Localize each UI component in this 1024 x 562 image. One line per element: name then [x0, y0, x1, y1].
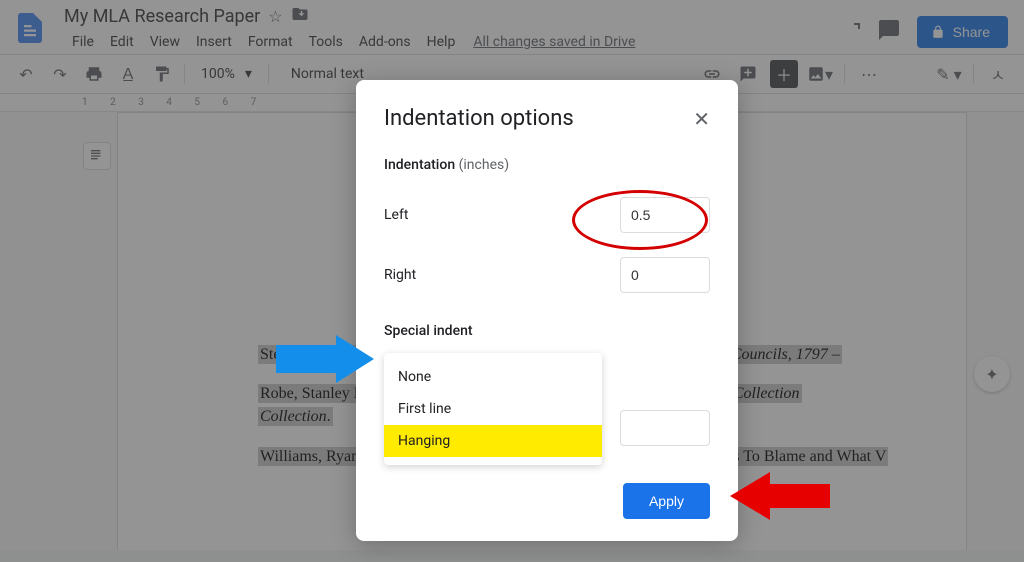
special-indent-dropdown[interactable]: None First line Hanging: [384, 353, 602, 465]
left-indent-input[interactable]: [620, 197, 710, 233]
special-indent-label: Special indent: [384, 323, 710, 339]
right-label: Right: [384, 267, 620, 283]
indentation-dialog: Indentation options ✕ Indentation (inche…: [356, 80, 738, 541]
left-label: Left: [384, 207, 620, 223]
dialog-title: Indentation options: [384, 106, 574, 131]
special-indent-value-input[interactable]: [620, 410, 710, 446]
indentation-section-label: Indentation (inches): [384, 157, 710, 173]
option-hanging[interactable]: Hanging: [384, 425, 602, 457]
close-icon[interactable]: ✕: [693, 107, 710, 131]
option-none[interactable]: None: [384, 361, 602, 393]
option-first-line[interactable]: First line: [384, 393, 602, 425]
app-root: My MLA Research Paper ☆ File Edit View I…: [0, 0, 1024, 562]
right-indent-input[interactable]: [620, 257, 710, 293]
apply-button[interactable]: Apply: [623, 483, 710, 519]
